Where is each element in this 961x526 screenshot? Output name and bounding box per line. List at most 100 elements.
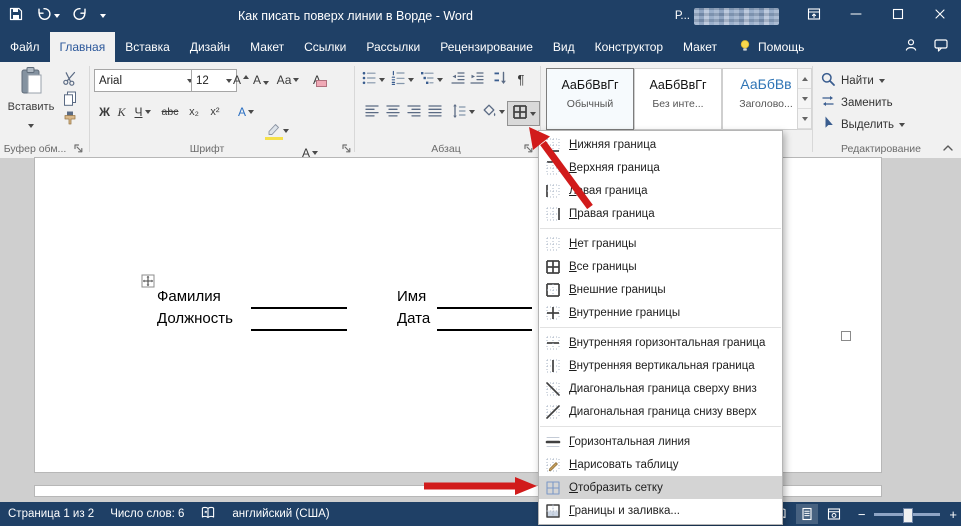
shading-button[interactable] (479, 101, 506, 123)
table-cell-text[interactable]: Должность (157, 310, 233, 327)
tab-view[interactable]: Вид (543, 32, 585, 62)
bold-button[interactable]: Ж (96, 101, 113, 123)
redo-icon[interactable] (72, 6, 88, 27)
increase-indent-icon (469, 70, 485, 89)
show-marks-button[interactable]: ¶ (513, 69, 529, 90)
menu-item-view-gridlines[interactable]: Отобразить сетку (539, 476, 782, 499)
menu-item-horizontal-line[interactable]: Горизонтальная линия (539, 430, 782, 453)
zoom-in-button[interactable]: + (949, 507, 957, 522)
bullets-button[interactable] (360, 69, 386, 90)
borders-button[interactable] (507, 101, 540, 126)
shrink-font-button[interactable]: А (252, 70, 270, 89)
menu-item-no-border[interactable]: Нет границы (539, 232, 782, 255)
no-border-icon (545, 236, 561, 252)
table-cell-text[interactable]: Фамилия (157, 288, 221, 305)
table-move-handle-icon[interactable] (141, 274, 155, 293)
zoom-slider[interactable] (874, 513, 940, 516)
decrease-indent-button[interactable] (449, 69, 467, 90)
comments-icon[interactable] (933, 37, 949, 58)
tab-references[interactable]: Ссылки (294, 32, 356, 62)
justify-button[interactable] (425, 101, 444, 123)
italic-button[interactable]: К (114, 101, 129, 123)
ribbon-display-options-icon[interactable] (793, 0, 835, 32)
tab-mailings[interactable]: Рассылки (356, 32, 430, 62)
tab-table-layout[interactable]: Макет (673, 32, 727, 62)
word-count[interactable]: Число слов: 6 (110, 508, 184, 520)
menu-item-top-border[interactable]: Верхняя граница (539, 156, 782, 179)
select-button[interactable]: Выделить (820, 115, 905, 134)
superscript-button[interactable]: х² (205, 101, 225, 123)
menu-item-bottom-border[interactable]: Нижняя граница (539, 133, 782, 156)
line-spacing-button[interactable] (449, 101, 476, 123)
style-card-normal[interactable]: АаБбВвГг Обычный (546, 68, 634, 130)
font-name-combo[interactable]: Arial (94, 69, 198, 92)
tab-insert[interactable]: Вставка (115, 32, 180, 62)
numbering-icon (390, 70, 406, 89)
text-effects-button[interactable]: А (234, 101, 258, 123)
table-resize-handle[interactable] (841, 331, 851, 341)
menu-item-inside-borders[interactable]: Внутренние границы (539, 301, 782, 324)
proofing-icon[interactable] (200, 505, 216, 524)
bullets-icon (361, 70, 377, 89)
clear-formatting-button[interactable]: А (306, 70, 328, 89)
styles-scroll-up-icon[interactable] (798, 69, 811, 89)
menu-item-diagonal-down-border[interactable]: Диагональная граница сверху вниз (539, 377, 782, 400)
table-cell-text[interactable]: Имя (397, 288, 426, 305)
save-icon[interactable] (8, 6, 24, 27)
copy-icon[interactable] (62, 90, 78, 111)
document-area: Фамилия Имя Должность Дата (0, 158, 961, 502)
format-painter-icon[interactable] (62, 110, 78, 131)
align-center-button[interactable] (383, 101, 402, 123)
sort-button[interactable] (490, 69, 510, 90)
tab-help[interactable]: Помощь (727, 32, 814, 62)
zoom-slider-thumb[interactable] (903, 508, 913, 523)
increase-indent-button[interactable] (468, 69, 486, 90)
page-count[interactable]: Страница 1 из 2 (8, 508, 94, 520)
table-cell-text[interactable]: Дата (397, 310, 430, 327)
maximize-icon[interactable] (877, 0, 919, 32)
highlight-color-button[interactable] (262, 120, 292, 142)
menu-item-all-borders[interactable]: Все границы (539, 255, 782, 278)
menu-item-inside-horizontal-border[interactable]: Внутренняя горизонтальная граница (539, 331, 782, 354)
align-left-button[interactable] (362, 101, 381, 123)
undo-icon[interactable] (36, 6, 60, 27)
close-icon[interactable] (919, 0, 961, 32)
menu-item-right-border[interactable]: Правая граница (539, 202, 782, 225)
styles-gallery-more-icon[interactable] (798, 109, 811, 129)
underline-button[interactable]: Ч (130, 101, 155, 123)
grow-font-button[interactable]: А (232, 70, 250, 89)
find-button[interactable]: Найти (820, 71, 885, 90)
menu-item-inside-vertical-border[interactable]: Внутренняя вертикальная граница (539, 354, 782, 377)
zoom-out-button[interactable]: − (858, 507, 866, 522)
strikethrough-button[interactable]: abc (157, 101, 183, 123)
cut-icon[interactable] (62, 70, 78, 91)
font-group-label: Шрифт (92, 142, 322, 156)
share-icon[interactable] (903, 37, 919, 58)
menu-item-outside-borders[interactable]: Внешние границы (539, 278, 782, 301)
language-indicator[interactable]: английский (США) (232, 508, 329, 520)
tab-review[interactable]: Рецензирование (430, 32, 543, 62)
print-layout-icon[interactable] (796, 504, 818, 524)
multilevel-list-button[interactable] (418, 69, 444, 90)
change-case-button[interactable]: Аа (274, 70, 302, 89)
menu-item-diagonal-up-border[interactable]: Диагональная граница снизу вверх (539, 400, 782, 423)
menu-item-left-border[interactable]: Левая граница (539, 179, 782, 202)
menu-item-borders-and-shading[interactable]: Границы и заливка... (539, 499, 782, 522)
tab-design[interactable]: Дизайн (180, 32, 240, 62)
subscript-button[interactable]: х₂ (184, 101, 204, 123)
font-size-combo[interactable]: 12 (191, 69, 237, 92)
tab-home[interactable]: Главная (50, 32, 116, 62)
tab-file[interactable]: Файл (0, 32, 50, 62)
tab-table-design[interactable]: Конструктор (585, 32, 673, 62)
paste-button[interactable]: Вставить (6, 66, 56, 138)
menu-item-draw-table[interactable]: Нарисовать таблицу (539, 453, 782, 476)
align-right-button[interactable] (404, 101, 423, 123)
web-layout-icon[interactable] (823, 504, 845, 524)
tab-layout[interactable]: Макет (240, 32, 294, 62)
styles-scroll-down-icon[interactable] (798, 89, 811, 109)
minimize-icon[interactable] (835, 0, 877, 32)
numbering-button[interactable] (389, 69, 415, 90)
replace-button[interactable]: Заменить (820, 93, 893, 112)
inside-borders-icon (545, 305, 561, 321)
style-card-no-spacing[interactable]: АаБбВвГг Без инте... (634, 68, 722, 130)
